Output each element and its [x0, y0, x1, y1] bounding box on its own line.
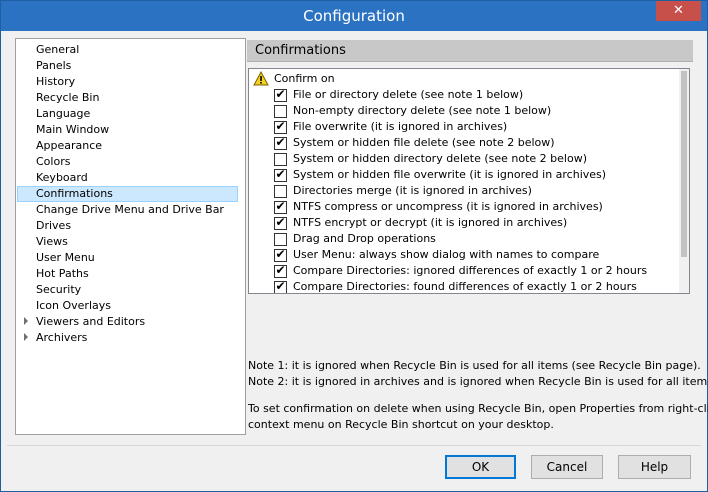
scrollbar-thumb[interactable] [681, 71, 687, 257]
nav-item[interactable]: Appearance [17, 138, 238, 154]
nav-item-label: General [36, 43, 80, 56]
checkmark-icon: ✔ [275, 119, 286, 133]
confirmation-checkbox[interactable]: ✔ [274, 167, 287, 182]
checkmark-icon: ✔ [275, 167, 286, 181]
list-item-label: File overwrite (it is ignored in archive… [293, 120, 508, 133]
close-button[interactable]: ✕ [656, 1, 701, 21]
confirmation-checkbox[interactable] [274, 233, 287, 246]
checkmark-icon: ✔ [275, 279, 286, 293]
title-bar[interactable]: Configuration ✕ [1, 1, 707, 31]
nav-item-label: Icon Overlays [36, 299, 111, 312]
checkmark-icon: ✔ [275, 215, 286, 229]
nav-item[interactable]: Viewers and Editors [17, 314, 238, 330]
list-item-label: Non-empty directory delete (see note 1 b… [293, 104, 552, 117]
info-line-2: context menu on Recycle Bin shortcut on … [248, 418, 554, 431]
confirmation-checkbox[interactable]: ✔ [274, 199, 287, 214]
window-title: Configuration [303, 7, 405, 25]
confirmation-checkbox[interactable]: ✔ [274, 135, 287, 150]
nav-item[interactable]: Archivers [17, 330, 238, 346]
nav-item[interactable]: Views [17, 234, 238, 250]
list-scrollbar[interactable] [679, 69, 689, 293]
nav-item[interactable]: Recycle Bin [17, 90, 238, 106]
list-item-label: NTFS encrypt or decrypt (it is ignored i… [293, 216, 568, 229]
checkmark-icon: ✔ [275, 247, 286, 261]
list-item-label: System or hidden directory delete (see n… [293, 152, 588, 165]
list-item-label: System or hidden file delete (see note 2… [293, 136, 555, 149]
info-line-1: To set confirmation on delete when using… [248, 402, 708, 415]
checkmark-icon: ✔ [275, 199, 286, 213]
confirmation-checkbox[interactable]: ✔ [274, 119, 287, 134]
nav-item[interactable]: Confirmations [17, 186, 238, 202]
confirmations-list[interactable]: Confirm on ✔ File or directory delete (see… [248, 68, 690, 294]
nav-item[interactable]: Language [17, 106, 238, 122]
list-item-label: User Menu: always show dialog with names… [293, 248, 600, 261]
nav-item[interactable]: Icon Overlays [17, 298, 238, 314]
ok-button[interactable]: OK [445, 455, 516, 479]
nav-item-label: Archivers [36, 331, 88, 344]
nav-item[interactable]: Change Drive Menu and Drive Bar [17, 202, 238, 218]
checkmark-icon: ✔ [275, 263, 286, 277]
nav-item[interactable]: History [17, 74, 238, 90]
nav-item-label: Confirmations [36, 187, 113, 200]
close-icon: ✕ [673, 3, 684, 18]
nav-item-label: User Menu [36, 251, 95, 264]
nav-item-label: Language [36, 107, 91, 120]
nav-item[interactable]: User Menu [17, 250, 238, 266]
page-title: Confirmations [247, 40, 693, 62]
nav-item-label: Viewers and Editors [36, 315, 146, 328]
list-item-label: Drag and Drop operations [293, 232, 436, 245]
list-item-label: NTFS compress or uncompress (it is ignor… [293, 200, 603, 213]
nav-item-label: Keyboard [36, 171, 88, 184]
nav-item-label: Drives [36, 219, 72, 232]
expand-arrow-icon[interactable] [24, 333, 28, 341]
list-item-label: System or hidden file overwrite (it is i… [293, 168, 607, 181]
confirmation-checkbox[interactable]: ✔ [274, 215, 287, 230]
nav-item[interactable]: Panels [17, 58, 238, 74]
nav-item[interactable]: Colors [17, 154, 238, 170]
expand-arrow-icon[interactable] [24, 317, 28, 325]
nav-item[interactable]: Keyboard [17, 170, 238, 186]
list-item-label: Directories merge (it is ignored in arch… [293, 184, 532, 197]
confirmation-checkbox[interactable] [274, 105, 287, 118]
confirmation-checkbox[interactable]: ✔ [274, 263, 287, 278]
nav-item-label: Appearance [36, 139, 103, 152]
nav-item[interactable]: General [17, 42, 238, 58]
configuration-dialog: Configuration ✕ General Panels History Recy… [0, 0, 708, 492]
confirmation-checkbox[interactable]: ✔ [274, 87, 287, 102]
nav-item[interactable]: Security [17, 282, 238, 298]
list-item-label: File or directory delete (see note 1 bel… [293, 88, 524, 101]
nav-item-label: History [36, 75, 76, 88]
dialog-client-area: General Panels History Recycle Bin Language M… [7, 31, 708, 487]
button-separator [7, 445, 701, 446]
warning-icon [253, 70, 269, 87]
checkmark-icon: ✔ [275, 87, 286, 101]
confirmation-checkbox[interactable]: ✔ [274, 247, 287, 262]
help-button[interactable]: Help [618, 455, 691, 479]
checkmark-icon: ✔ [275, 135, 286, 149]
nav-item[interactable]: Hot Paths [17, 266, 238, 282]
cancel-button[interactable]: Cancel [531, 455, 603, 479]
nav-item-label: Views [36, 235, 68, 248]
nav-item-label: Security [36, 283, 82, 296]
confirmation-checkbox[interactable] [274, 153, 287, 166]
confirmation-checkbox[interactable] [274, 185, 287, 198]
nav-item[interactable]: Main Window [17, 122, 238, 138]
note-2: Note 2: it is ignored in archives and is… [248, 375, 708, 388]
nav-item-label: Hot Paths [36, 267, 89, 280]
category-tree[interactable]: General Panels History Recycle Bin Language M… [15, 38, 246, 435]
list-item-label: Compare Directories: found differences o… [293, 280, 637, 293]
nav-item-label: Main Window [36, 123, 110, 136]
nav-item-label: Recycle Bin [36, 91, 100, 104]
nav-item-label: Change Drive Menu and Drive Bar [36, 203, 224, 216]
group-label: Confirm on [274, 72, 335, 85]
list-item-label: Compare Directories: ignored differences… [293, 264, 648, 277]
nav-item-label: Colors [36, 155, 71, 168]
nav-item[interactable]: Drives [17, 218, 238, 234]
note-1: Note 1: it is ignored when Recycle Bin i… [248, 359, 701, 372]
nav-item-label: Panels [36, 59, 72, 72]
confirmation-checkbox[interactable]: ✔ [274, 279, 287, 293]
